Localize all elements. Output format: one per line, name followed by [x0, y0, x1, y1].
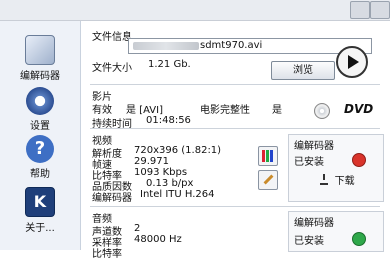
title-bar [0, 0, 390, 21]
resolution-value: 720x396 (1.82:1) [134, 145, 222, 156]
dvd-logo: DVD [344, 102, 374, 116]
video-codec-panel-title: 编解码器 [294, 141, 334, 152]
divider [90, 128, 380, 129]
sidebar-item-label: 设置 [30, 121, 50, 132]
file-size-label: 文件大小 [92, 63, 132, 74]
error-status-icon [352, 153, 366, 167]
valid-value: 是 [AVI] [126, 105, 163, 116]
close-button[interactable] [370, 1, 390, 19]
minimize-button[interactable] [350, 1, 370, 19]
divider [90, 206, 380, 207]
sidebar-item-about[interactable]: K 关于... [6, 187, 74, 234]
color-bar-icon [266, 150, 269, 162]
sidebar-item-label: 编解码器 [20, 71, 60, 82]
pencil-icon [263, 174, 274, 185]
color-bar-icon [262, 150, 265, 162]
divider [90, 84, 380, 85]
quality-value: 0.13 b/px [146, 178, 194, 189]
sidebar-item-help[interactable]: ? 帮助 [6, 135, 74, 180]
sidebar-item-label: 关于... [25, 223, 55, 234]
app-logo-icon: K [25, 187, 55, 217]
duration-value: 01:48:56 [146, 115, 191, 126]
video-bitrate-value: 1093 Kbps [134, 167, 188, 178]
channels-value: 2 [134, 223, 141, 234]
help-icon: ? [26, 135, 54, 163]
framerate-value: 29.971 [134, 156, 169, 167]
sidebar-item-codecs[interactable]: 编解码器 [6, 35, 74, 82]
file-path-redacted [133, 42, 199, 50]
disc-icon [314, 103, 330, 119]
edit-tool[interactable] [258, 170, 278, 190]
browse-button[interactable]: 浏览 [271, 61, 335, 80]
play-button[interactable] [336, 46, 368, 78]
color-bars-tool[interactable] [258, 146, 278, 166]
audio-codec-installed-label: 已安装 [294, 236, 324, 247]
integrity-value: 是 [272, 105, 282, 116]
download-icon [320, 174, 329, 185]
file-info-title: 文件信息 [92, 32, 132, 43]
valid-label: 有效 [92, 105, 112, 116]
audio-codec-panel-title: 编解码器 [294, 218, 334, 229]
video-codec-value: Intel ITU H.264 [140, 189, 215, 200]
file-size-value: 1.21 Gb. [148, 59, 191, 70]
sidebar: 编解码器 设置 ? 帮助 K 关于... [0, 21, 81, 250]
download-label: 下载 [334, 176, 355, 187]
gear-icon [26, 87, 54, 115]
color-bar-icon [270, 150, 273, 162]
download-button[interactable]: 下载 [310, 172, 365, 192]
sidebar-item-settings[interactable]: 设置 [6, 87, 74, 132]
codec-card-icon [25, 35, 55, 65]
video-codec-label: 编解码器 [92, 193, 132, 204]
ok-status-icon [352, 232, 366, 246]
samplerate-value: 48000 Hz [134, 234, 182, 245]
audio-bitrate-label: 比特率 [92, 249, 122, 260]
video-codec-installed-label: 已安装 [294, 157, 324, 168]
integrity-label: 电影完整性 [200, 105, 250, 116]
file-path-value: sdmt970.avi [200, 40, 263, 51]
sidebar-item-label: 帮助 [30, 169, 50, 180]
